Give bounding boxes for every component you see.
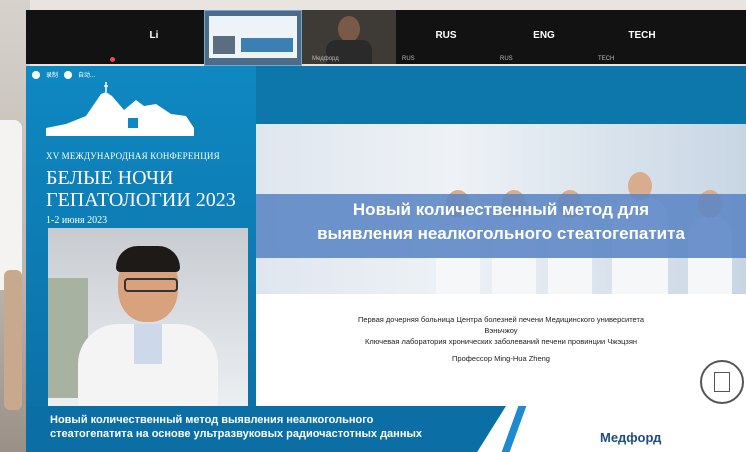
lower-third-bar: Новый количественный метод выявления неа…: [26, 406, 746, 452]
participant-sub-label: RUS: [402, 56, 415, 62]
participant-name: Li: [149, 30, 159, 41]
slide-affiliation: Первая дочерняя больница Центра болезней…: [296, 314, 706, 364]
shared-screen: 录制 自动... XV МЕЖДУНАРОДНАЯ КОНФЕРЕНЦИЯ БЕ…: [26, 66, 746, 452]
participant-sub-label: TECH: [598, 56, 615, 62]
presentation-slide: Новый количественный метод для выявления…: [256, 124, 746, 406]
slide-title: Новый количественный метод для выявления…: [317, 200, 685, 243]
glasses-icon: [124, 278, 178, 292]
participant-name: ENG: [533, 30, 555, 41]
participant-tile-camera[interactable]: Медфорд: [302, 10, 396, 64]
participant-tile-rus[interactable]: RUS RUS: [398, 10, 494, 64]
conference-logo: [46, 82, 194, 136]
conference-date: 1-2 июня 2023: [46, 215, 108, 226]
participant-strip: Li Медфорд RUS RUS ENG RUS TECH TECH: [26, 10, 746, 66]
university-seal-icon: [700, 360, 744, 404]
conference-title: БЕЛЫЕ НОЧИ ГЕПАТОЛОГИИ 2023: [46, 167, 236, 211]
toolbar-label: 录制: [46, 73, 59, 79]
conference-edition: XV МЕЖДУНАРОДНАЯ КОНФЕРЕНЦИЯ: [46, 151, 220, 161]
participant-face: [338, 16, 360, 42]
speaker-video: [48, 228, 248, 406]
background-person: [0, 120, 22, 290]
participant-tile-li[interactable]: Li: [106, 10, 202, 64]
share-toolbar: 录制 自动...: [32, 70, 95, 79]
participant-tile-tech[interactable]: TECH TECH: [594, 10, 690, 64]
participant-name: RUS: [435, 30, 457, 41]
record-icon[interactable]: [32, 70, 40, 79]
participant-sub-label: Медфорд: [312, 56, 339, 62]
mic-muted-icon: [110, 57, 115, 62]
brand-name: Медфорд: [600, 430, 662, 445]
background-arm: [4, 270, 22, 410]
participant-sub-label: RUS: [500, 56, 513, 62]
lower-third-title: Новый количественный метод выявления неа…: [50, 414, 422, 440]
status-icon[interactable]: [64, 70, 73, 79]
slide-professor: Профессор Ming-Hua Zheng: [452, 354, 550, 363]
participant-tile-screen[interactable]: [204, 10, 302, 66]
toolbar-label: 自动...: [78, 73, 96, 79]
screen-share-thumbnail: [209, 16, 297, 58]
participant-tile-eng[interactable]: ENG RUS: [496, 10, 592, 64]
participant-name: TECH: [628, 30, 656, 41]
